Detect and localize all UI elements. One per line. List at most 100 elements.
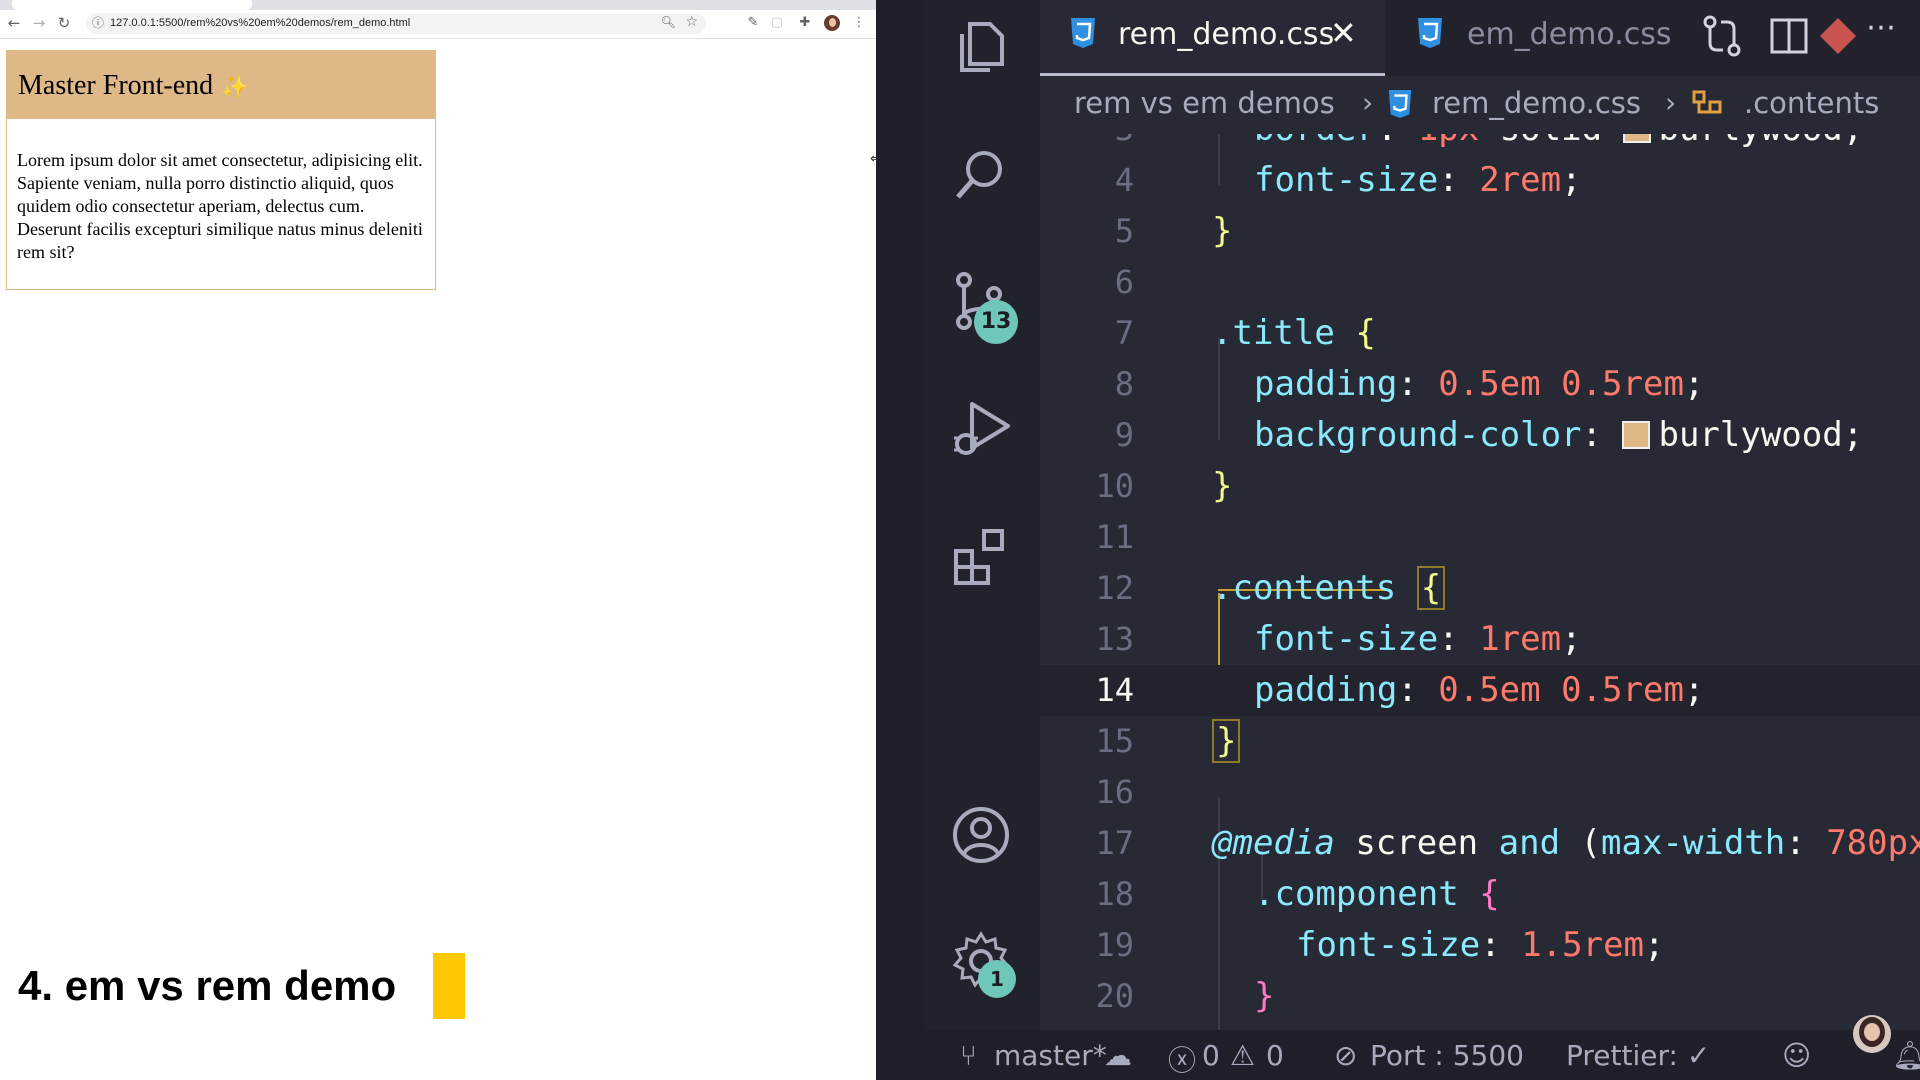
- gitlens-icon[interactable]: [1816, 14, 1860, 58]
- line-code: font-size: 2rem;: [1254, 160, 1582, 200]
- line-code: .title {: [1212, 313, 1376, 353]
- search-icon[interactable]: [950, 143, 1012, 205]
- line-code: padding: 0.5em 0.5rem;: [1254, 364, 1705, 404]
- code-line: 20 }: [1040, 971, 1920, 1022]
- tab-label: rem_demo.css: [1118, 17, 1335, 52]
- code-line: 15 }: [1040, 716, 1920, 767]
- extension-icon[interactable]: ▢: [768, 14, 786, 32]
- code-line: 16: [1040, 767, 1920, 818]
- puzzle-extensions-icon[interactable]: ✚: [796, 14, 814, 32]
- bookmark-star-icon[interactable]: ☆: [685, 14, 698, 30]
- code-line: 5 }: [1040, 206, 1920, 257]
- explorer-icon[interactable]: [950, 16, 1012, 78]
- line-code: .contents {: [1212, 563, 1446, 614]
- compare-changes-icon[interactable]: [1700, 14, 1744, 58]
- close-icon[interactable]: ✕: [1330, 14, 1357, 52]
- web-page: Master Front-end ✨ Lorem ipsum dolor sit …: [0, 39, 876, 1080]
- back-icon[interactable]: ←: [4, 13, 24, 33]
- tab-em-demo-css[interactable]: em_demo.css: [1385, 0, 1675, 76]
- warning-icon[interactable]: ⚠: [1230, 1039, 1255, 1072]
- activity-bar: 13 1: [924, 0, 1040, 1030]
- code-line: 12 .contents {: [1040, 563, 1920, 614]
- sparkle-icon: ✨: [221, 75, 249, 100]
- breadcrumb-file[interactable]: rem_demo.css: [1432, 86, 1641, 120]
- code-line: 4 font-size: 2rem;: [1040, 155, 1920, 206]
- code-line-current: 14 padding: 0.5em 0.5rem;: [1040, 665, 1920, 716]
- line-number: 18: [1095, 875, 1134, 913]
- window-divider[interactable]: [876, 0, 924, 1080]
- line-number: 7: [1114, 314, 1134, 352]
- css3-file-icon: [1071, 18, 1095, 48]
- line-number: 19: [1095, 926, 1134, 964]
- zoom-icon[interactable]: 🔍︎: [661, 15, 676, 29]
- line-number: 17: [1095, 824, 1134, 862]
- split-editor-icon[interactable]: [1767, 14, 1811, 58]
- lesson-accent-bar: [433, 953, 465, 1019]
- editor-tabs: rem_demo.css ✕ em_demo.css ⋯: [1040, 0, 1920, 76]
- line-number: 9: [1114, 416, 1134, 454]
- reload-icon[interactable]: ↻: [54, 13, 74, 33]
- more-actions-icon[interactable]: ⋯: [1866, 10, 1896, 45]
- warnings-count[interactable]: 0: [1266, 1039, 1284, 1072]
- matched-bracket: {: [1416, 566, 1446, 610]
- color-swatch[interactable]: [1622, 421, 1651, 449]
- tab-label: em_demo.css: [1467, 17, 1672, 52]
- info-icon[interactable]: ⓘ: [92, 14, 104, 31]
- accounts-icon[interactable]: [950, 804, 1012, 866]
- line-number: 4: [1114, 161, 1134, 199]
- prettier-status[interactable]: Prettier: ✓: [1566, 1039, 1710, 1072]
- no-entry-icon[interactable]: ⊘: [1334, 1039, 1357, 1072]
- url-text: 127.0.0.1:5500/rem%20vs%20em%20demos/rem…: [110, 17, 411, 29]
- line-code: @media screen and (max-width: 780px): [1212, 823, 1920, 863]
- line-number: 15: [1095, 722, 1134, 760]
- line-number: 8: [1114, 365, 1134, 403]
- browser-tab-strip: [0, 0, 876, 10]
- settings-badge: 1: [978, 960, 1016, 998]
- code-line: 3 border: 1px solid burlywood;: [1040, 134, 1920, 155]
- sync-cloud-icon[interactable]: ☁: [1104, 1039, 1132, 1072]
- run-debug-icon[interactable]: [950, 398, 1012, 460]
- lesson-title: 4. em vs rem demo: [18, 962, 397, 1009]
- browser-tab[interactable]: [12, 0, 252, 10]
- color-swatch[interactable]: [1622, 134, 1651, 143]
- webcam-avatar: [1853, 1015, 1891, 1053]
- line-number: 5: [1114, 212, 1134, 250]
- code-line: 18 .component {: [1040, 869, 1920, 920]
- address-bar[interactable]: ⓘ 127.0.0.1:5500/rem%20vs%20em%20demos/r…: [86, 13, 706, 34]
- code-line: 17 @media screen and (max-width: 780px): [1040, 818, 1920, 869]
- line-code: }: [1212, 211, 1233, 251]
- breadcrumb: rem vs em demos › rem_demo.css › .conten…: [1040, 76, 1920, 134]
- line-code: background-color: burlywood;: [1254, 415, 1864, 455]
- title-bar: Master Front-end ✨: [7, 51, 435, 119]
- code-editor[interactable]: 3 border: 1px solid burlywood; 4 font-si…: [1040, 134, 1920, 1030]
- source-control-badge: 13: [974, 300, 1018, 344]
- notifications-bell-icon[interactable]: 🔔︎: [1892, 1039, 1920, 1072]
- css3-file-icon: [1418, 18, 1442, 48]
- feedback-icon[interactable]: ☺: [1782, 1039, 1811, 1072]
- menu-icon[interactable]: ⋮: [850, 14, 868, 32]
- line-number: 20: [1095, 977, 1134, 1015]
- contents-paragraph: Lorem ipsum dolor sit amet consectetur, …: [17, 150, 423, 262]
- tab-rem-demo-css[interactable]: rem_demo.css ✕: [1040, 0, 1385, 76]
- errors-icon[interactable]: ⓧ: [1168, 1039, 1196, 1079]
- errors-count[interactable]: 0: [1202, 1039, 1220, 1072]
- forward-icon[interactable]: →: [29, 13, 49, 33]
- line-code: .component {: [1254, 874, 1500, 914]
- line-code: }: [1212, 466, 1233, 506]
- breadcrumb-symbol[interactable]: .contents: [1744, 86, 1879, 120]
- extensions-icon[interactable]: [950, 525, 1012, 587]
- line-code: padding: 0.5em 0.5rem;: [1254, 670, 1705, 710]
- git-branch[interactable]: master*: [994, 1039, 1107, 1072]
- line-number: 12: [1095, 569, 1134, 607]
- breadcrumb-folder[interactable]: rem vs em demos: [1074, 86, 1335, 120]
- line-code: font-size: 1rem;: [1254, 619, 1582, 659]
- code-line: 19 font-size: 1.5rem;: [1040, 920, 1920, 971]
- profile-avatar[interactable]: [824, 15, 840, 31]
- line-code: font-size: 1.5rem;: [1296, 925, 1665, 965]
- eyedropper-extension-icon[interactable]: ✎: [744, 14, 762, 32]
- git-branch-icon[interactable]: ⑂: [960, 1039, 977, 1072]
- live-server-port[interactable]: Port : 5500: [1370, 1039, 1524, 1072]
- line-code: }: [1212, 716, 1241, 767]
- code-line: 9 background-color: burlywood;: [1040, 410, 1920, 461]
- line-number: 16: [1095, 773, 1134, 811]
